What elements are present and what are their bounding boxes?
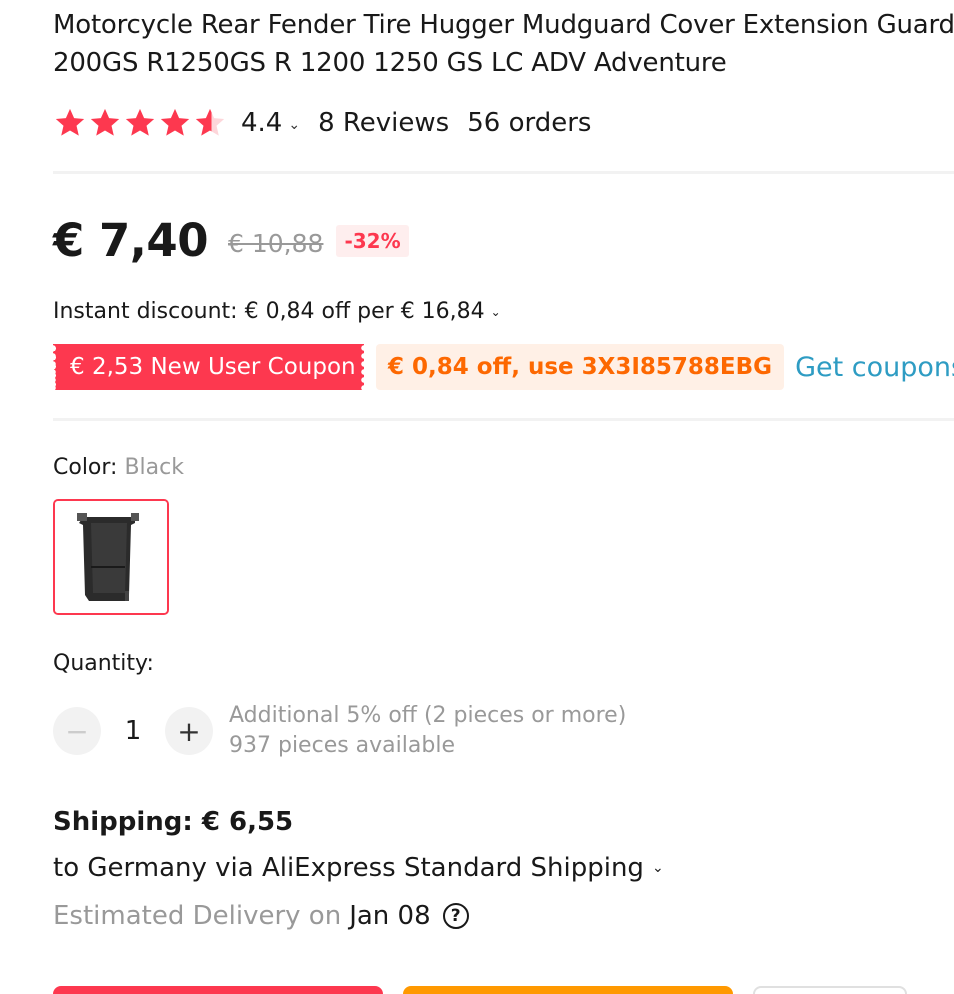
divider bbox=[53, 418, 954, 421]
half-star-icon bbox=[195, 108, 225, 136]
star-icon bbox=[160, 108, 190, 136]
star-icon bbox=[55, 108, 85, 136]
question-circle-icon[interactable]: ? bbox=[442, 903, 469, 929]
reviews-link[interactable]: 8 Reviews bbox=[318, 108, 449, 138]
decrease-quantity-button[interactable]: − bbox=[53, 707, 101, 755]
product-thumbnail bbox=[55, 501, 167, 613]
instant-discount-text: Instant discount: € 0,84 off per € 16,84 bbox=[53, 299, 485, 324]
estimated-delivery: Estimated Delivery on Jan 08 ? bbox=[53, 898, 469, 934]
chevron-down-icon[interactable]: ⌄ bbox=[491, 296, 501, 328]
bulk-discount-text: Additional 5% off (2 pieces or more) bbox=[229, 703, 627, 728]
add-to-cart-button[interactable] bbox=[403, 986, 733, 994]
rating-row: 4.4 ⌄ 8 Reviews 56 orders bbox=[53, 104, 591, 142]
orders-count: 56 orders bbox=[467, 108, 592, 138]
star-rating bbox=[53, 106, 227, 140]
star-icon bbox=[125, 108, 155, 136]
instant-discount[interactable]: Instant discount: € 0,84 off per € 16,84… bbox=[53, 296, 501, 328]
stock-available-text: 937 pieces available bbox=[229, 733, 455, 758]
shipping-cost: Shipping: € 6,55 bbox=[53, 807, 294, 837]
original-price: € 10,88 bbox=[228, 228, 324, 258]
coupon-code-badge[interactable]: € 0,84 off, use 3X3I85788EBG bbox=[376, 344, 785, 390]
delivery-date: Jan 08 bbox=[349, 901, 431, 931]
wishlist-button[interactable] bbox=[753, 986, 907, 994]
get-coupons-link[interactable]: Get coupons bbox=[795, 352, 954, 383]
buy-now-button[interactable] bbox=[53, 986, 383, 994]
delivery-label: Estimated Delivery on bbox=[53, 901, 342, 931]
product-title-line-2: 200GS R1250GS R 1200 1250 GS LC ADV Adve… bbox=[53, 48, 727, 78]
color-swatch-black[interactable] bbox=[53, 499, 169, 615]
color-label-text: Color: bbox=[53, 455, 125, 480]
chevron-down-icon[interactable]: ⌄ bbox=[288, 117, 300, 133]
discount-badge: -32% bbox=[336, 225, 409, 257]
color-label: Color: Black bbox=[53, 452, 184, 484]
coupons-row: € 2,53 New User Coupon € 0,84 off, use 3… bbox=[53, 343, 954, 391]
color-value: Black bbox=[124, 455, 184, 480]
price-row: € 7,40 € 10,88 -32% bbox=[53, 208, 409, 272]
divider bbox=[53, 171, 954, 174]
increase-quantity-button[interactable]: + bbox=[165, 707, 213, 755]
product-title: Motorcycle Rear Fender Tire Hugger Mudgu… bbox=[53, 6, 954, 82]
quantity-value[interactable]: 1 bbox=[101, 716, 165, 746]
rating-value[interactable]: 4.4 bbox=[241, 108, 282, 138]
quantity-info: Additional 5% off (2 pieces or more) 937… bbox=[229, 701, 626, 761]
star-icon bbox=[90, 108, 120, 136]
quantity-label: Quantity: bbox=[53, 651, 154, 676]
current-price: € 7,40 bbox=[53, 213, 209, 267]
quantity-stepper: − 1 + Additional 5% off (2 pieces or mor… bbox=[53, 701, 626, 761]
chevron-down-icon[interactable]: ⌄ bbox=[652, 850, 664, 886]
new-user-coupon[interactable]: € 2,53 New User Coupon bbox=[53, 344, 364, 390]
shipping-method[interactable]: to Germany via AliExpress Standard Shipp… bbox=[53, 850, 664, 886]
shipping-route-text: to Germany via AliExpress Standard Shipp… bbox=[53, 853, 644, 883]
product-title-line-1: Motorcycle Rear Fender Tire Hugger Mudgu… bbox=[53, 10, 954, 40]
